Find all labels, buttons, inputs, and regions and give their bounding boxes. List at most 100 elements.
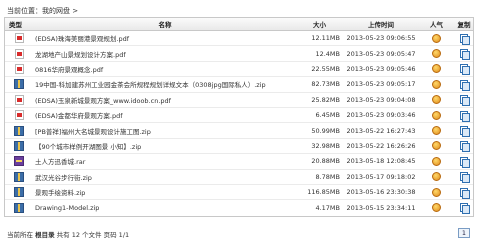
file-size: 22.55MB [311, 64, 340, 73]
file-name-link[interactable]: 土人方迅香城.rar [33, 156, 297, 166]
table-row[interactable]: Drawing1-Model.zip 4.17MB 2013-05-15 23:34… [5, 200, 473, 215]
copy-icon[interactable] [460, 79, 470, 91]
upload-time: 2013-05-18 12:08:45 [346, 157, 416, 166]
popularity-icon [432, 141, 441, 151]
file-name-link[interactable]: Drawing1-Model.zip [33, 204, 297, 212]
file-name-link[interactable]: [PB普祥]福州大名城景观设计施工图.zip [33, 126, 297, 136]
popularity-icon [432, 64, 441, 74]
copy-cell [453, 156, 475, 168]
table-row[interactable]: (EDSA)玉泉新城景观方案_www.idoob.cn.pdf 25.82MB 20… [5, 93, 473, 108]
copy-cell [453, 95, 475, 107]
upload-time: 2013-05-17 09:18:02 [346, 172, 416, 181]
zip-icon [14, 140, 24, 151]
popularity-icon [432, 172, 441, 182]
breadcrumb: 当前位置：我的网盘 > [7, 6, 78, 16]
column-header-type[interactable]: 类型 [5, 19, 33, 29]
upload-time: 2013-05-22 16:26:26 [346, 141, 416, 150]
popularity-cell [420, 172, 453, 182]
copy-icon[interactable] [460, 156, 470, 168]
file-type-cell [5, 94, 33, 105]
copy-icon[interactable] [460, 95, 470, 107]
table-row[interactable]: 武汉光谷步行街.zip 8.78MB 2013-05-17 09:18:02 [5, 170, 473, 185]
popularity-cell [420, 64, 453, 74]
status-footer: 当前所在 根目录 共有 12 个文件 页码 1/1 [7, 229, 129, 239]
table-row[interactable]: (EDSA)金都华府景观方案.pdf 6.45MB 2013-05-23 09:03… [5, 108, 473, 124]
pdf-icon [14, 48, 24, 59]
pdf-icon [14, 63, 24, 74]
popularity-cell [420, 110, 453, 120]
copy-cell [453, 141, 475, 153]
copy-cell [453, 79, 475, 91]
upload-time: 2013-05-15 23:34:11 [346, 203, 416, 212]
file-size: 50.99MB [311, 126, 340, 135]
pdf-icon [14, 110, 24, 121]
copy-cell [453, 49, 475, 61]
column-header-name[interactable]: 名称 [33, 19, 297, 29]
file-type-cell [5, 63, 33, 74]
table-row[interactable]: [PB普祥]福州大名城景观设计施工图.zip 50.99MB 2013-05-22 … [5, 123, 473, 139]
popularity-cell [420, 203, 453, 213]
file-size: 116.85MB [307, 188, 340, 197]
column-header-copy: 复制 [457, 21, 471, 29]
popularity-icon [432, 79, 441, 89]
file-type-cell [5, 140, 33, 151]
file-size: 8.78MB [315, 172, 340, 181]
table-row[interactable]: 景观手绘资料.zip 116.85MB 2013-05-16 23:30:38 [5, 185, 475, 201]
upload-time: 2013-05-23 09:06:55 [346, 34, 416, 43]
file-size: 12.4MB [315, 49, 340, 58]
file-table: 类型 名称 大小 上传时间 人气 复制 (EDSA)珠海美丽港景观规划.pdf 1… [4, 17, 474, 217]
column-header-time[interactable]: 上传时间 [342, 19, 420, 29]
copy-icon[interactable] [460, 64, 470, 76]
table-header: 类型 名称 大小 上传时间 人气 复制 [5, 18, 473, 31]
file-type-cell [5, 48, 33, 59]
breadcrumb-prefix: 当前位置： [7, 7, 42, 15]
popularity-icon [432, 156, 441, 166]
upload-time: 2013-05-23 09:05:17 [346, 80, 416, 89]
copy-icon[interactable] [460, 49, 470, 61]
copy-icon[interactable] [460, 203, 470, 215]
table-row[interactable]: 龙湖地产山景规划设计方案.pdf 12.4MB 2013-05-23 09:05:4… [5, 46, 475, 62]
file-type-cell [5, 110, 33, 121]
file-name-link[interactable]: 19中国-科加建苏州工业园金茶会所规程规划详规文本（0308jpg国际私人）.z… [33, 79, 297, 89]
file-name-link[interactable]: 景观手绘资料.zip [33, 187, 297, 197]
table-row[interactable]: 19中国-科加建苏州工业园金茶会所规程规划详规文本（0308jpg国际私人）.z… [5, 77, 475, 93]
column-header-popularity[interactable]: 人气 [420, 19, 453, 29]
file-name-link[interactable]: 【90个城市样例开湖图景 小知】.zip [33, 141, 297, 151]
popularity-cell [420, 141, 453, 151]
popularity-icon [432, 95, 441, 105]
copy-icon[interactable] [460, 172, 470, 184]
breadcrumb-link-my-disk[interactable]: 我的网盘 [42, 7, 70, 15]
file-name-link[interactable]: 龙湖地产山景规划设计方案.pdf [33, 49, 297, 59]
file-name-link[interactable]: (EDSA)珠海美丽港景观规划.pdf [33, 33, 297, 43]
file-name-link[interactable]: (EDSA)金都华府景观方案.pdf [33, 110, 297, 120]
popularity-cell [420, 79, 453, 89]
copy-cell [453, 64, 475, 76]
file-name-link[interactable]: 武汉光谷步行街.zip [33, 172, 297, 182]
copy-icon[interactable] [460, 187, 470, 199]
file-type-cell [5, 33, 33, 44]
file-type-cell [5, 171, 33, 182]
copy-icon[interactable] [460, 141, 470, 153]
popularity-cell [420, 49, 453, 59]
table-row[interactable]: 0816华府景观概念.pdf 22.55MB 2013-05-23 09:05:46 [5, 62, 475, 78]
upload-time: 2013-05-16 23:30:38 [346, 188, 416, 197]
table-row[interactable]: (EDSA)珠海美丽港景观规划.pdf 12.11MB 2013-05-23 09:… [5, 31, 473, 47]
table-row[interactable]: 【90个城市样例开湖图景 小知】.zip 32.98MB 2013-05-22 16… [5, 139, 475, 155]
file-name-link[interactable]: 0816华府景观概念.pdf [33, 64, 297, 74]
copy-icon[interactable] [460, 126, 470, 138]
upload-time: 2013-05-23 09:05:47 [346, 49, 416, 58]
file-name-link[interactable]: (EDSA)玉泉新城景观方案_www.idoob.cn.pdf [33, 95, 297, 105]
popularity-cell [420, 187, 453, 197]
column-header-size[interactable]: 大小 [297, 19, 342, 29]
copy-icon[interactable] [460, 33, 470, 45]
copy-icon[interactable] [460, 110, 470, 122]
file-size: 12.11MB [311, 34, 340, 43]
zip-icon [14, 187, 24, 198]
page-button-current[interactable]: 1 [458, 228, 470, 238]
popularity-icon [432, 187, 441, 197]
copy-cell [453, 187, 475, 199]
pdf-icon [14, 33, 24, 44]
file-size: 82.73MB [311, 80, 340, 89]
file-size: 6.45MB [315, 111, 340, 120]
table-row[interactable]: 土人方迅香城.rar 20.88MB 2013-05-18 12:08:45 [5, 154, 475, 170]
